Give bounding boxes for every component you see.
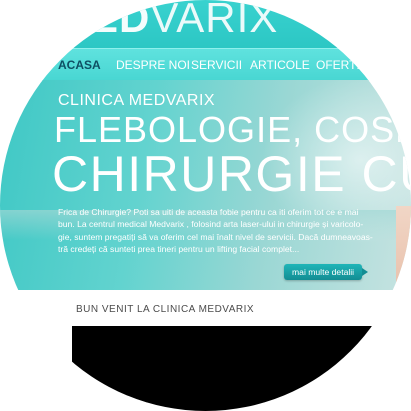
hero-intro-text: Frica de Chirurgie? Poti sa uiti de acea…: [58, 206, 378, 255]
main-nav: ACASA DESPRE NOI SERVICII ARTICOLE OFERT…: [0, 48, 411, 81]
hero-intro-line: gie, suntem pregatiți să va oferim cel m…: [58, 231, 373, 242]
hero-intro-line: tră credeți că sunteti prea tineri pentr…: [58, 243, 300, 254]
nav-item-oferte[interactable]: OFERTE: [316, 49, 364, 81]
brand-logo[interactable]: MEDVARIX: [54, 0, 278, 42]
video-player[interactable]: [72, 326, 411, 411]
nav-item-acasa[interactable]: ACASA: [58, 49, 101, 81]
brand-logo-bold: MED: [54, 0, 151, 41]
nav-item-servicii[interactable]: SERVICII: [191, 49, 242, 81]
header: MEDVARIX: [0, 0, 411, 48]
welcome-heading: BUN VENIT LA CLINICA MEDVARIX: [76, 304, 255, 315]
page-viewport: MEDVARIX ACASA DESPRE NOI SERVICII ARTIC…: [0, 0, 411, 411]
hero-intro-line: bun. La centrul medical Medvarix , folos…: [58, 219, 364, 230]
more-details-button[interactable]: mai multe detalii: [284, 264, 369, 280]
hero-side-photo: [396, 206, 411, 286]
nav-item-articole[interactable]: ARTICOLE: [250, 49, 310, 81]
brand-logo-light: VARIX: [150, 0, 279, 41]
hero-intro-line: Frica de Chirurgie? Poti sa uiti de acea…: [58, 207, 359, 217]
hero-headline-line2: CHIRURGIE CU: [52, 146, 411, 202]
nav-item-despre-noi[interactable]: DESPRE NOI: [116, 49, 190, 81]
